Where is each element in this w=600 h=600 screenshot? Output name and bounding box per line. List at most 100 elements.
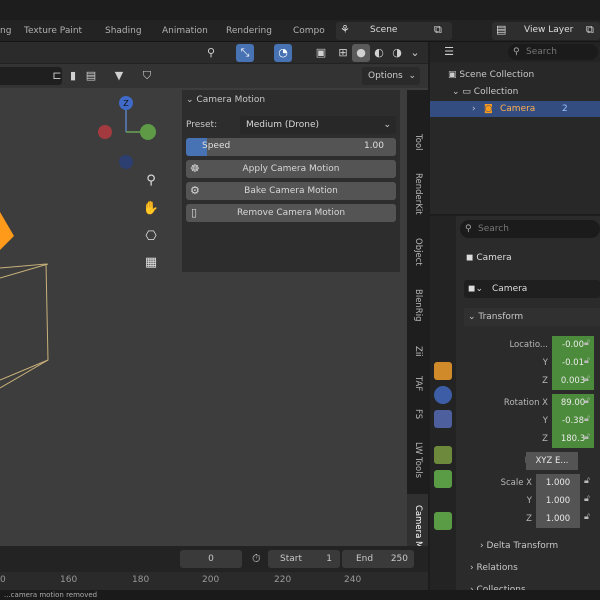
outliner-header: ☰ ⚲ Search xyxy=(430,42,600,62)
object-name-row: ◼ Camera xyxy=(466,250,512,266)
chevron-down-icon: ⌄ xyxy=(408,71,416,81)
sidebar-tab-renderkit[interactable]: RenderKit xyxy=(407,164,428,224)
sidebar-tab-blenrig[interactable]: BlenRig xyxy=(407,280,428,330)
view-options-icon[interactable]: ▤ xyxy=(82,67,100,85)
camera-data-tab[interactable] xyxy=(434,446,452,464)
speed-slider[interactable]: Speed 1.00 xyxy=(186,138,396,156)
rotation-label: Rotation X xyxy=(503,398,548,408)
sidebar-tab-camera-motion[interactable]: Camera Motion xyxy=(407,494,428,546)
workspace-tab-compositing[interactable]: Compo xyxy=(293,20,325,42)
material-shading-icon[interactable]: ◐ xyxy=(370,44,388,62)
outliner-search-input[interactable]: ⚲ Search xyxy=(508,44,598,60)
modifier-tab[interactable] xyxy=(434,512,452,530)
frame-tick: 160 xyxy=(60,575,78,585)
sidebar-tab-tool[interactable]: Tool xyxy=(407,126,428,158)
proportional-edit-icon[interactable]: ◔ xyxy=(274,44,292,62)
sidebar-tab-taf[interactable]: TAF xyxy=(407,372,428,396)
camera-frustum-outline xyxy=(0,263,49,389)
hand-pan-icon[interactable]: ✋ xyxy=(140,198,162,220)
preset-dropdown[interactable]: Medium (Drone) ⌄ xyxy=(240,116,396,134)
workspace-tab-rendering[interactable]: Rendering xyxy=(226,20,272,42)
sidebar-tab-lw-tools[interactable]: LW Tools xyxy=(407,432,428,488)
speed-value: 1.00 xyxy=(363,141,384,151)
scene-collection-icon: ▣ xyxy=(448,70,460,80)
pivot-icon[interactable]: ⚲ xyxy=(202,44,220,62)
collection-row[interactable]: ⌄ ▭ Collection xyxy=(452,84,518,100)
outliner-search-placeholder: Search xyxy=(526,47,557,57)
3d-viewport[interactable]: ⚲ ⤡ ◔ ▣ ⊞ ● ◐ ◑ ⌄ ⊏ ▮ ▤ ▼ ⛉ Options ⌄ Z … xyxy=(0,42,428,546)
status-message: ...camera motion removed xyxy=(4,591,98,599)
constraints-tab[interactable] xyxy=(434,410,452,428)
properties-search-input[interactable]: ⚲ Search xyxy=(460,220,600,238)
properties-tabs xyxy=(430,216,456,600)
sidebar-tab-object[interactable]: Object xyxy=(407,230,428,274)
current-frame-field[interactable]: 0 xyxy=(180,550,242,568)
solid-shading-icon[interactable]: ● xyxy=(352,44,370,62)
xray-icon[interactable]: ▣ xyxy=(312,44,330,62)
start-label: Start xyxy=(280,554,302,564)
scene-collection-row[interactable]: ▣ Scene Collection xyxy=(448,67,534,83)
zoom-icon[interactable]: ⚲ xyxy=(140,170,162,192)
options-label: Options xyxy=(368,71,403,81)
object-properties-tab[interactable] xyxy=(434,362,452,380)
physics-tab[interactable] xyxy=(434,386,452,404)
scene-selector[interactable]: ⚘ Scene ⧉ xyxy=(336,22,452,40)
workspace-tab-shading[interactable]: Shading xyxy=(105,20,142,42)
filter-icon[interactable]: ▼ xyxy=(110,67,128,85)
apply-camera-motion-button[interactable]: ☸ Apply Camera Motion xyxy=(186,160,396,178)
start-frame-field[interactable]: Start 1 xyxy=(268,550,340,568)
wireframe-shading-icon[interactable]: ⊞ xyxy=(334,44,352,62)
lock-icon[interactable]: 🔓︎ xyxy=(584,338,590,348)
workspace-tab-animation[interactable]: Animation xyxy=(162,20,208,42)
delta-transform-header[interactable]: › Delta Transform xyxy=(480,538,558,554)
transform-panel-header[interactable]: ⌄ Transform xyxy=(464,308,600,326)
scale-x-field[interactable]: 1.000 xyxy=(536,474,580,492)
rotation-z-label: Z xyxy=(542,434,548,444)
data-tab[interactable] xyxy=(434,470,452,488)
sidebar-tab-zii[interactable]: Zii xyxy=(407,336,428,366)
lock-icon[interactable]: 🔓︎ xyxy=(584,512,590,522)
camera-view-icon[interactable]: ⎔ xyxy=(140,226,162,248)
stopwatch-icon[interactable]: ⏱ xyxy=(252,552,261,566)
object-data-field[interactable]: ◼⌄ Camera xyxy=(464,280,600,298)
remove-camera-motion-button[interactable]: ▯ Remove Camera Motion xyxy=(186,204,396,222)
scale-label: Scale X xyxy=(500,478,532,488)
shield-icon[interactable]: ⛉ xyxy=(138,67,156,85)
lock-icon[interactable]: 🔓︎ xyxy=(584,374,590,384)
object-name: Camera xyxy=(476,253,512,263)
camera-row[interactable]: › ◙ Camera 2 xyxy=(430,101,600,117)
new-view-layer-icon[interactable]: ⧉ xyxy=(586,23,594,37)
bake-camera-motion-button[interactable]: ⚙ Bake Camera Motion xyxy=(186,182,396,200)
workspace-tab-texture-paint[interactable]: Texture Paint xyxy=(24,20,82,42)
relations-header[interactable]: › Relations xyxy=(470,560,518,576)
bookmark-icon[interactable]: ▮ xyxy=(64,67,82,85)
lock-icon[interactable]: 🔓︎ xyxy=(584,432,590,442)
view-layer-selector[interactable]: ▤ View Layer ⧉ xyxy=(492,22,600,40)
options-dropdown[interactable]: Options ⌄ xyxy=(362,67,420,85)
rotation-mode-dropdown[interactable]: XYZ E... xyxy=(526,452,578,470)
scale-y-field[interactable]: 1.000 xyxy=(536,492,580,510)
workspace-tab[interactable]: ng xyxy=(0,20,11,42)
display-mode-icon[interactable]: ☰ xyxy=(440,43,458,61)
lock-icon[interactable]: 🔓︎ xyxy=(584,494,590,504)
sidebar-tab-fs[interactable]: FS xyxy=(407,402,428,426)
new-scene-icon[interactable]: ⧉ xyxy=(434,23,442,37)
lock-icon[interactable]: 🔓︎ xyxy=(584,396,590,406)
timeline-ruler[interactable]: 0 160 180 200 220 240 xyxy=(0,572,428,590)
status-bar: ...camera motion removed xyxy=(0,590,600,600)
preset-value: Medium (Drone) xyxy=(246,120,320,130)
rendered-shading-icon[interactable]: ◑ xyxy=(388,44,406,62)
end-frame-field[interactable]: End 250 xyxy=(342,550,414,568)
perspective-toggle-icon[interactable]: ▦ xyxy=(140,252,162,274)
object-type-icon: ◼ xyxy=(466,253,477,263)
snap-icon[interactable]: ⤡ xyxy=(236,44,254,62)
search-icon: ⚲ xyxy=(465,224,472,234)
collection-icon: ▭ xyxy=(462,87,474,97)
frame-tick: 0 xyxy=(0,575,6,585)
lock-icon[interactable]: 🔓︎ xyxy=(584,414,590,424)
scale-z-field[interactable]: 1.000 xyxy=(536,510,580,528)
lock-icon[interactable]: 🔓︎ xyxy=(584,356,590,366)
panel-header[interactable]: ⌄ Camera Motion xyxy=(186,90,265,110)
shading-options-icon[interactable]: ⌄ xyxy=(406,44,424,62)
lock-icon[interactable]: 🔓︎ xyxy=(584,476,590,486)
